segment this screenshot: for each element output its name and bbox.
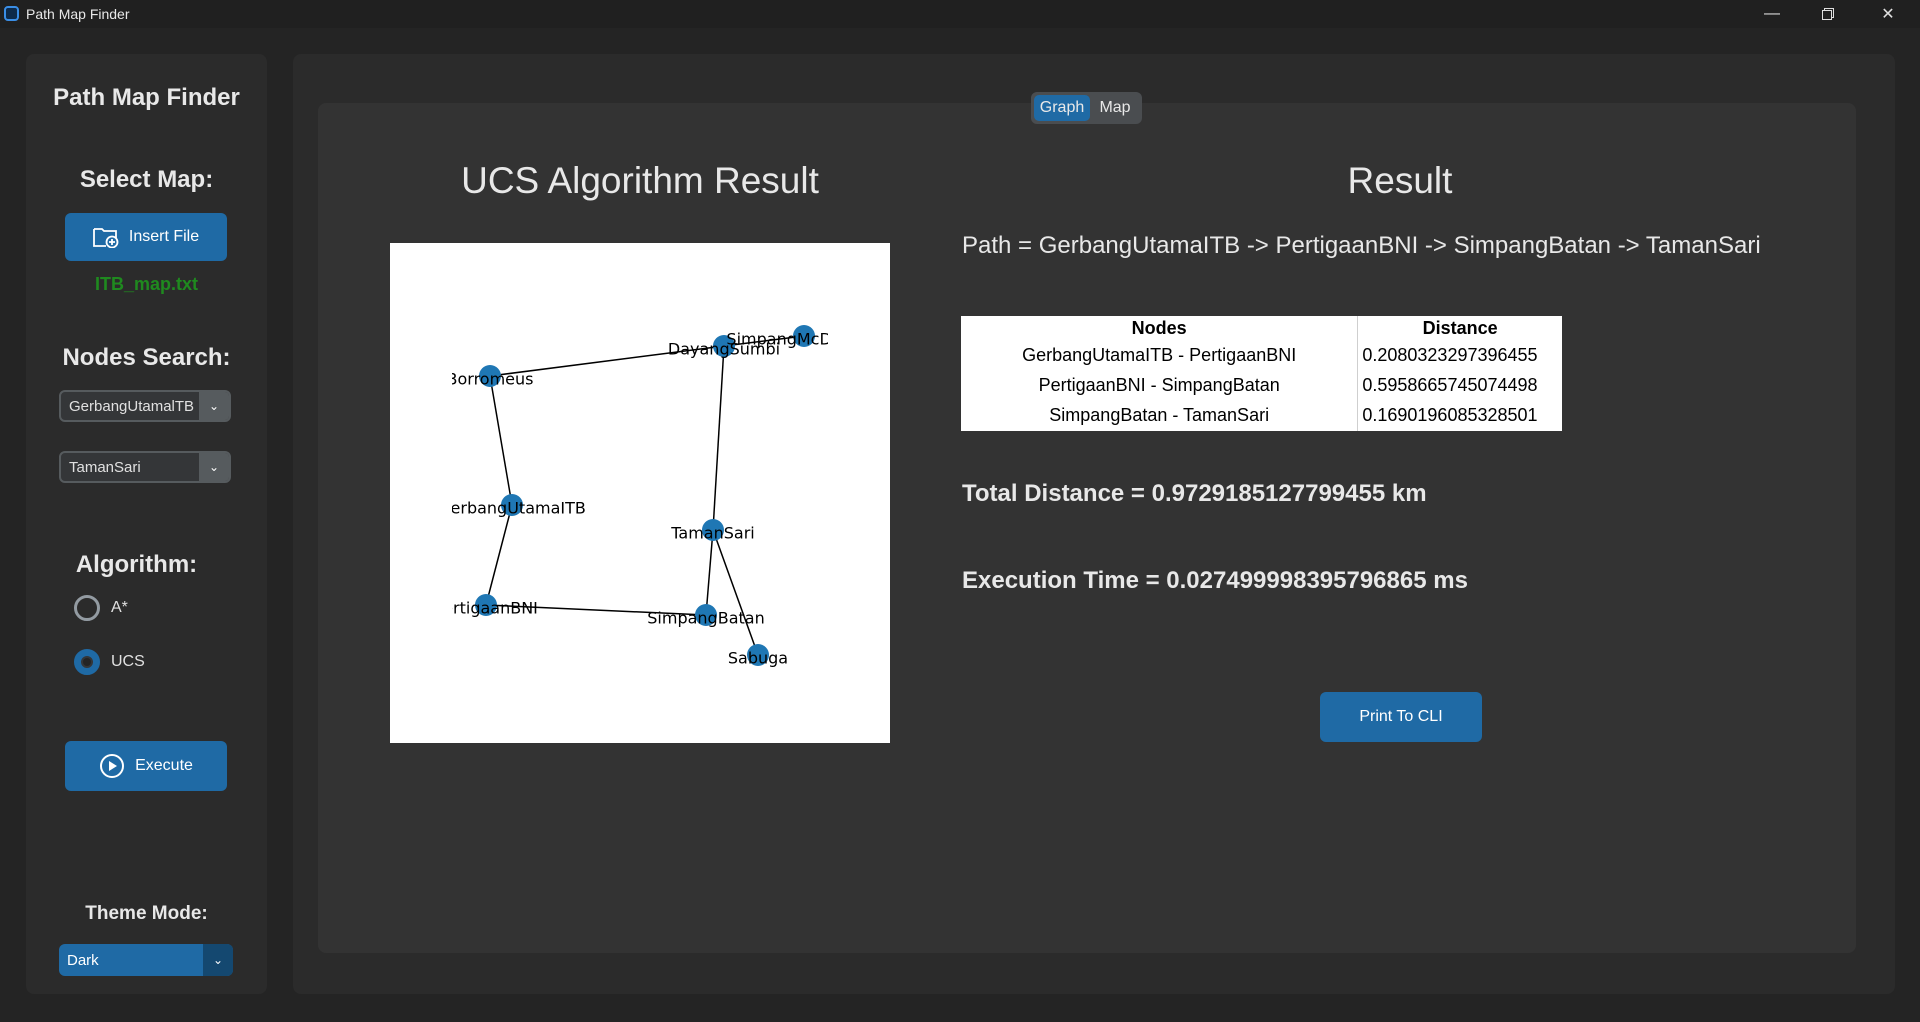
theme-mode-value[interactable]: Dark [67, 952, 197, 969]
title-bar: Path Map Finder — ✕ [0, 0, 1920, 28]
insert-file-label: Insert File [128, 228, 200, 245]
table-cell: PertigaanBNI - SimpangBatan [961, 370, 1359, 401]
distance-table: Nodes Distance GerbangUtamaITB - Pertiga… [961, 316, 1562, 431]
table-header-row: Nodes Distance [961, 316, 1562, 341]
sidebar: Path Map Finder Select Map: Insert File … [26, 54, 267, 994]
tab-map[interactable]: Map [1091, 95, 1139, 121]
graph-node-label: Sabuga [728, 649, 788, 668]
window-title: Path Map Finder [26, 6, 130, 22]
table-row: GerbangUtamaITB - PertigaanBNI 0.2080323… [961, 340, 1562, 371]
start-node-value[interactable]: GerbangUtamalTB [69, 398, 199, 415]
folder-add-icon [92, 228, 119, 248]
radio-ucs-label[interactable]: UCS [111, 653, 145, 671]
chevron-down-icon[interactable]: ⌄ [203, 944, 233, 976]
table-header: Nodes [961, 316, 1359, 341]
execution-time: Execution Time = 0.027499998395796865 ms [962, 567, 1468, 594]
graph-canvas: Borromeus DayangSumbi SimpangMcDo GerbangUt… [390, 243, 890, 743]
table-cell: GerbangUtamaITB - PertigaanBNI [961, 340, 1359, 371]
play-circle-icon [100, 754, 125, 778]
graph-edge [485, 504, 513, 606]
graph-node-label: PertigaanBNI [434, 599, 538, 618]
radio-ucs[interactable] [74, 649, 100, 675]
table-header: Distance [1422, 317, 1498, 338]
graph-svg: BorromeusDayangSumbiSimpangMcDoGerbangUt… [434, 325, 841, 668]
radio-astar[interactable] [74, 595, 100, 621]
restore-icon[interactable] [1800, 0, 1856, 28]
table-cell: 0.1690196085328501 [1362, 405, 1538, 426]
table-cell: SimpangBatan - TamanSari [961, 400, 1359, 431]
result-path: Path = GerbangUtamaITB -> PertigaanBNI -… [962, 232, 1761, 259]
tab-switcher: Graph Map [1031, 92, 1142, 124]
table-row: SimpangBatan - TamanSari 0.1690196085328… [961, 400, 1562, 431]
print-to-cli-button[interactable]: Print To CLI [1320, 692, 1482, 742]
graph-node-label: GerbangUtamaITB [438, 499, 586, 518]
table-cell: 0.2080323297396455 [1362, 344, 1538, 365]
execute-label: Execute [135, 757, 193, 774]
end-node-value[interactable]: TamanSari [69, 459, 199, 476]
graph-edge [712, 345, 725, 531]
radio-astar-label[interactable]: A* [111, 599, 128, 617]
graph-node-label: TamanSari [670, 524, 754, 543]
loaded-file-name: ITB_map.txt [94, 274, 199, 294]
graph-node-label: SimpangMcDo [726, 330, 841, 349]
result-title: Result [1347, 160, 1453, 201]
graph-title: UCS Algorithm Result [461, 160, 819, 201]
select-map-label: Select Map: [79, 166, 214, 193]
nodes-search-label: Nodes Search: [62, 344, 231, 371]
graph-edge [705, 529, 714, 616]
graph-edge [489, 375, 513, 506]
minimize-icon[interactable]: — [1744, 0, 1800, 28]
table-row: PertigaanBNI - SimpangBatan 0.5958665745… [961, 370, 1562, 401]
graph-node-label: SimpangBatan [647, 609, 764, 628]
execute-button[interactable]: Execute [65, 741, 227, 791]
app-icon [4, 6, 19, 21]
close-icon[interactable]: ✕ [1860, 0, 1916, 28]
chevron-down-icon[interactable]: ⌄ [199, 392, 229, 420]
start-node-combobox[interactable]: GerbangUtamalTB ⌄ [59, 390, 231, 422]
table-cell: 0.5958665745074498 [1362, 375, 1538, 396]
theme-mode-label: Theme Mode: [85, 903, 208, 924]
app-title: Path Map Finder [53, 84, 240, 111]
theme-mode-combobox[interactable]: Dark ⌄ [59, 944, 233, 976]
print-to-cli-label: Print To CLI [1359, 708, 1443, 725]
total-distance: Total Distance = 0.9729185127799455 km [962, 480, 1427, 507]
algorithm-label: Algorithm: [75, 551, 198, 578]
chevron-down-icon[interactable]: ⌄ [199, 453, 229, 481]
tab-graph[interactable]: Graph [1034, 95, 1090, 121]
insert-file-button[interactable]: Insert File [65, 213, 227, 261]
graph-node-label: Borromeus [447, 370, 534, 389]
end-node-combobox[interactable]: TamanSari ⌄ [59, 451, 231, 483]
graph-edge [712, 529, 759, 656]
